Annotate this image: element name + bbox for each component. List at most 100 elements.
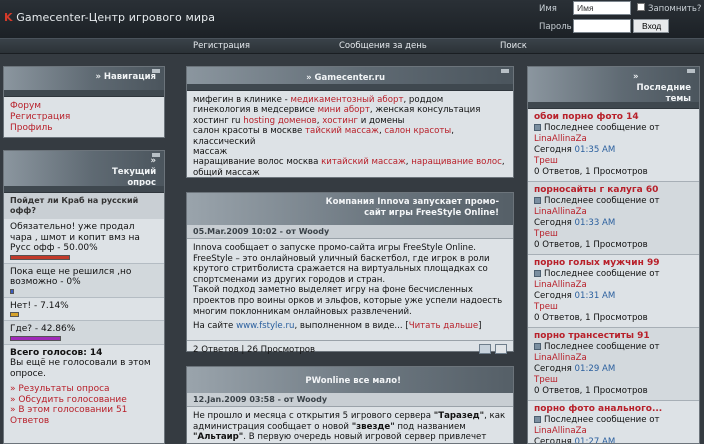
news-title-line2[interactable]: сайт игры FreeStyle Online!: [326, 208, 499, 219]
topic-time: Сегодня 01:27 AM: [534, 437, 693, 444]
topic-day: Сегодня: [534, 218, 575, 228]
news-date: 05.Mar.2009 10:02 - от Woody: [187, 225, 513, 239]
news-stats[interactable]: 2 Ответов | 26 Просмотров: [193, 345, 315, 355]
topic-last-user[interactable]: LinaAllinaZa: [534, 134, 693, 145]
poll-option-text: Нет! - 7.14%: [10, 300, 69, 311]
ad-link[interactable]: хостинг: [322, 116, 358, 126]
remember-checkbox[interactable]: [637, 3, 645, 11]
poll-options: Обязательно! уже продал чара , шмот и ко…: [4, 219, 164, 345]
remember-label: Запомнить?: [648, 4, 702, 14]
news-last-line: На сайте www.fstyle.ru, выполненном в ви…: [193, 321, 482, 332]
nav-today-posts[interactable]: Сообщения за день: [339, 41, 427, 51]
password-input[interactable]: [573, 19, 631, 33]
print-icon[interactable]: [495, 343, 507, 354]
ad-line: салон красоты в москве тайский массаж, с…: [193, 126, 507, 147]
topic-item: порно трансеститы 91 Последнее сообщение …: [528, 328, 699, 401]
topic-author[interactable]: Треш: [534, 375, 693, 386]
poll-option-bar: [10, 335, 62, 341]
link-register[interactable]: Регистрация: [10, 112, 70, 122]
ads-text: мифегин в клинике - медикаментозный абор…: [187, 91, 513, 182]
poll-discuss-link[interactable]: » Обсудить голосование: [10, 395, 127, 405]
topic-time: Сегодня 01:35 AM: [534, 145, 693, 156]
ad-text: и домены: [358, 115, 405, 126]
site-title: Gamecenter-Центр игрового мира: [16, 11, 216, 24]
ad-line: массаж: [193, 147, 507, 157]
topic-last-user[interactable]: LinaAllinaZa: [534, 426, 693, 437]
ad-text: салон красоты в москве: [193, 126, 306, 137]
topic-time-value: 01:29 AM: [574, 364, 616, 374]
topic-stats: 0 Ответов, 1 Просмотров: [534, 313, 648, 323]
ad-text: наращивание волос москва: [193, 157, 322, 168]
ad-text: хостинг ru: [193, 115, 244, 126]
last-post-label: Последнее сообщение от: [544, 123, 660, 133]
topic-author[interactable]: Треш: [534, 302, 693, 313]
news-footer: 2 Ответов | 26 Просмотров: [187, 339, 513, 359]
topic-last-user[interactable]: LinaAllinaZa: [534, 353, 693, 364]
link-profile[interactable]: Профиль: [10, 123, 53, 133]
topic-day: Сегодня: [534, 437, 575, 444]
topic-title[interactable]: порно фото анального...: [534, 404, 693, 415]
topic-last-post: Последнее сообщение от: [534, 415, 693, 426]
news-header: Компания Innova запускает промо- сайт иг…: [187, 193, 513, 225]
topic-title[interactable]: порно трансеститы 91: [534, 331, 693, 342]
topic-stats: 0 Ответов, 1 Просмотров: [534, 167, 648, 177]
poll-option-bar: [10, 288, 14, 294]
read-more-link[interactable]: Читать дальше: [409, 321, 478, 331]
topic-title[interactable]: порно голых мужчин 99: [534, 258, 693, 269]
topic-title[interactable]: обои порно фото 14: [534, 112, 693, 123]
nav-register[interactable]: Регистрация: [193, 41, 250, 51]
name-input[interactable]: [573, 1, 631, 15]
last-post-label: Последнее сообщение от: [544, 196, 660, 206]
news-title-line1[interactable]: Компания Innova запускает промо-: [326, 197, 499, 208]
topic-time-value: 01:31 AM: [574, 291, 616, 301]
logo-mark: K: [4, 11, 13, 24]
topic-item: порно голых мужчин 99 Последнее сообщение…: [528, 255, 699, 328]
topic-time: Сегодня 01:29 AM: [534, 364, 693, 375]
news-text-line: спортсменами из других городов и стран.: [193, 274, 386, 285]
topic-last-post: Последнее сообщение от: [534, 342, 693, 353]
ad-link[interactable]: китайский массаж: [321, 157, 406, 167]
topic-stats: 0 Ответов, 1 Просмотров: [534, 240, 648, 250]
last-post-label: Последнее сообщение от: [544, 342, 660, 352]
nav-search[interactable]: Поиск: [500, 41, 527, 51]
site-logo[interactable]: K Gamecenter-Центр игрового мира: [4, 11, 215, 24]
news-text: Не прошло и месяца с открытия 5 игрового…: [193, 411, 506, 443]
ad-link[interactable]: hosting доменов: [243, 116, 316, 126]
topic-author[interactable]: Треш: [534, 156, 693, 167]
topic-last-user[interactable]: LinaAllinaZa: [534, 207, 693, 218]
topic-item: порно фото анального... Последнее сообщен…: [528, 401, 699, 444]
post-icon: [534, 197, 541, 204]
latest-topics-header: » Последние темы: [528, 67, 699, 109]
poll-replies-link[interactable]: » В этом голосовании 51 Ответов: [10, 405, 127, 426]
news-text-line: многим поклонникам онлайновых развлечени…: [193, 306, 412, 317]
news-item: Компания Innova запускает промо- сайт иг…: [186, 192, 514, 355]
navigation-title: » Навигация: [95, 72, 156, 82]
topic-stats: 0 Ответов, 1 Просмотров: [534, 386, 648, 396]
login-button[interactable]: Вход: [633, 19, 669, 33]
poll-not-voted: Вы ещё не голосовали в этом опросе.: [10, 358, 151, 379]
ad-link[interactable]: тайский массаж: [305, 126, 379, 136]
ad-text: массаж: [193, 147, 228, 158]
topic-day: Сегодня: [534, 291, 575, 301]
ad-link[interactable]: салон красоты: [384, 126, 451, 136]
poll-option-text: Пока еще не решился ,но возможно - 0%: [10, 266, 132, 288]
topic-item: обои порно фото 14 Последнее сообщение от…: [528, 109, 699, 182]
topic-day: Сегодня: [534, 145, 575, 155]
send-icon[interactable]: [479, 343, 491, 354]
topic-title[interactable]: порносайты г калуга 60: [534, 185, 693, 196]
poll-block: » Текущий опрос Пойдет ли Краб на русски…: [3, 150, 165, 444]
topic-last-user[interactable]: LinaAllinaZa: [534, 280, 693, 291]
topic-time-value: 01:35 AM: [574, 145, 616, 155]
ad-link[interactable]: наращивание волос: [411, 157, 502, 167]
topic-author[interactable]: Треш: [534, 229, 693, 240]
news-title[interactable]: PWonline все мало!: [305, 376, 401, 387]
collapse-icon[interactable]: [501, 69, 509, 73]
main-nav: Регистрация Сообщения за день Поиск: [0, 38, 704, 54]
site-link[interactable]: www.fstyle.ru: [236, 321, 294, 331]
ad-link[interactable]: мини аборт: [318, 105, 370, 115]
link-forum[interactable]: Форум: [10, 101, 41, 111]
ad-link[interactable]: медикаментозный аборт: [290, 95, 403, 105]
post-icon: [534, 270, 541, 277]
topic-time: Сегодня 01:33 AM: [534, 218, 693, 229]
poll-results-link[interactable]: » Результаты опроса: [10, 384, 110, 394]
